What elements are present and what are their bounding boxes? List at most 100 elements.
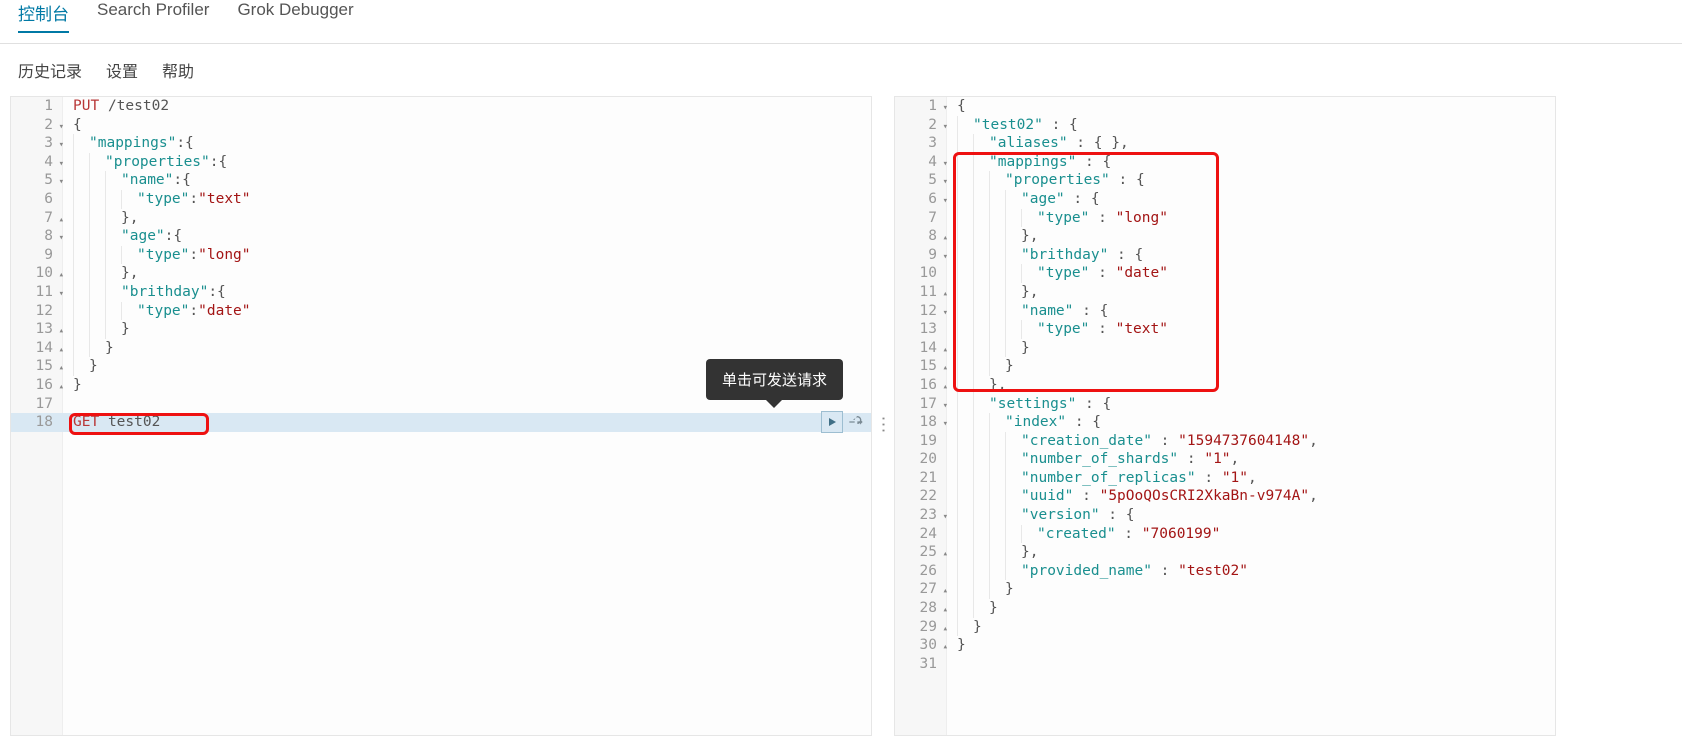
code-line[interactable]: 21"number_of_replicas" : "1", xyxy=(895,469,1555,488)
code-content[interactable]: "version" : { xyxy=(947,506,1135,525)
code-content[interactable]: "settings" : { xyxy=(947,395,1111,414)
response-viewer[interactable]: 1▾{2▾"test02" : {3"aliases" : { },4▾"map… xyxy=(894,96,1556,736)
code-content[interactable]: } xyxy=(63,376,82,395)
code-line[interactable]: 22"uuid" : "5pOoQOsCRI2XkaBn-v974A", xyxy=(895,487,1555,506)
code-line[interactable]: 14▴} xyxy=(11,339,871,358)
subnav-history[interactable]: 历史记录 xyxy=(18,58,82,82)
code-content[interactable]: "creation_date" : "1594737604148", xyxy=(947,432,1318,451)
code-line[interactable]: 15▴} xyxy=(895,357,1555,376)
code-content[interactable]: }, xyxy=(947,376,1006,395)
code-line[interactable]: 10"type" : "date" xyxy=(895,264,1555,283)
code-line[interactable]: 24"created" : "7060199" xyxy=(895,525,1555,544)
send-request-button[interactable] xyxy=(821,411,843,433)
code-content[interactable]: "number_of_replicas" : "1", xyxy=(947,469,1257,488)
code-line[interactable]: 2▾"test02" : { xyxy=(895,116,1555,135)
request-editor[interactable]: 1PUT /test022▾{3▾"mappings":{4▾"properti… xyxy=(10,96,872,736)
code-content[interactable] xyxy=(63,395,73,414)
code-content[interactable]: GET test02 xyxy=(63,413,160,432)
code-line[interactable]: 5▾"properties" : { xyxy=(895,171,1555,190)
code-content[interactable]: "type" : "text" xyxy=(947,320,1168,339)
code-line[interactable]: 6▾"age" : { xyxy=(895,190,1555,209)
request-options-icon[interactable] xyxy=(847,413,865,431)
code-line[interactable]: 12"type":"date" xyxy=(11,302,871,321)
code-line[interactable]: 14▴} xyxy=(895,339,1555,358)
code-content[interactable]: } xyxy=(947,618,982,637)
code-content[interactable]: "test02" : { xyxy=(947,116,1078,135)
code-content[interactable]: "created" : "7060199" xyxy=(947,525,1220,544)
code-line[interactable]: 7▴}, xyxy=(11,209,871,228)
code-line[interactable]: 27▴} xyxy=(895,580,1555,599)
code-content[interactable]: "age":{ xyxy=(63,227,182,246)
code-line[interactable]: 17▾"settings" : { xyxy=(895,395,1555,414)
code-content[interactable]: "mappings" : { xyxy=(947,153,1111,172)
code-content[interactable]: { xyxy=(63,116,82,135)
code-content[interactable]: PUT /test02 xyxy=(63,97,169,116)
code-line[interactable]: 4▾"mappings" : { xyxy=(895,153,1555,172)
code-line[interactable]: 13"type" : "text" xyxy=(895,320,1555,339)
code-line[interactable]: 26"provided_name" : "test02" xyxy=(895,562,1555,581)
code-content[interactable]: "type":"date" xyxy=(63,302,251,321)
code-line[interactable]: 5▾"name":{ xyxy=(11,171,871,190)
code-line[interactable]: 6"type":"text" xyxy=(11,190,871,209)
code-content[interactable]: } xyxy=(947,599,998,618)
code-content[interactable]: "number_of_shards" : "1", xyxy=(947,450,1239,469)
code-line[interactable]: 20"number_of_shards" : "1", xyxy=(895,450,1555,469)
code-line[interactable]: 18▾"index" : { xyxy=(895,413,1555,432)
tab-grok-debugger[interactable]: Grok Debugger xyxy=(237,0,353,33)
code-content[interactable]: "index" : { xyxy=(947,413,1101,432)
code-line[interactable]: 23▾"version" : { xyxy=(895,506,1555,525)
tab-console[interactable]: 控制台 xyxy=(18,0,69,33)
code-content[interactable]: "type":"long" xyxy=(63,246,251,265)
code-line[interactable]: 3▾"mappings":{ xyxy=(11,134,871,153)
code-line[interactable]: 8▴}, xyxy=(895,227,1555,246)
code-line[interactable]: 25▴}, xyxy=(895,543,1555,562)
code-content[interactable]: "age" : { xyxy=(947,190,1100,209)
code-content[interactable]: "aliases" : { }, xyxy=(947,134,1129,153)
code-line[interactable]: 2▾{ xyxy=(11,116,871,135)
code-content[interactable]: }, xyxy=(63,264,138,283)
more-actions-icon[interactable]: ⋯ xyxy=(873,416,894,436)
code-line[interactable]: 3"aliases" : { }, xyxy=(895,134,1555,153)
code-content[interactable]: "name" : { xyxy=(947,302,1108,321)
code-content[interactable]: { xyxy=(947,97,966,116)
code-line[interactable]: 11▾"brithday":{ xyxy=(11,283,871,302)
code-line[interactable]: 8▾"age":{ xyxy=(11,227,871,246)
code-line[interactable]: 9"type":"long" xyxy=(11,246,871,265)
code-content[interactable]: "properties" : { xyxy=(947,171,1145,190)
code-content[interactable]: "type":"text" xyxy=(63,190,251,209)
code-line[interactable]: 19"creation_date" : "1594737604148", xyxy=(895,432,1555,451)
code-line[interactable]: 1PUT /test02 xyxy=(11,97,871,116)
code-content[interactable]: } xyxy=(63,320,130,339)
code-line[interactable]: 13▴} xyxy=(11,320,871,339)
code-line[interactable]: 12▾"name" : { xyxy=(895,302,1555,321)
code-content[interactable]: "mappings":{ xyxy=(63,134,194,153)
code-content[interactable]: "brithday":{ xyxy=(63,283,226,302)
code-content[interactable]: "provided_name" : "test02" xyxy=(947,562,1248,581)
code-line[interactable]: 9▾"brithday" : { xyxy=(895,246,1555,265)
code-line[interactable]: 16▴}, xyxy=(895,376,1555,395)
code-line[interactable]: 30▴} xyxy=(895,636,1555,655)
code-content[interactable]: "type" : "long" xyxy=(947,209,1168,228)
code-line[interactable]: 31 xyxy=(895,655,1555,674)
code-content[interactable]: }, xyxy=(947,227,1038,246)
code-line[interactable]: 11▴}, xyxy=(895,283,1555,302)
subnav-settings[interactable]: 设置 xyxy=(106,58,138,82)
code-line[interactable]: 7"type" : "long" xyxy=(895,209,1555,228)
code-line[interactable]: 1▾{ xyxy=(895,97,1555,116)
code-line[interactable]: 18GET test02 xyxy=(11,413,871,432)
code-line[interactable]: 10▴}, xyxy=(11,264,871,283)
code-content[interactable]: } xyxy=(63,339,114,358)
code-content[interactable]: } xyxy=(947,357,1014,376)
code-content[interactable]: }, xyxy=(63,209,138,228)
tab-search-profiler[interactable]: Search Profiler xyxy=(97,0,209,33)
code-content[interactable]: "uuid" : "5pOoQOsCRI2XkaBn-v974A", xyxy=(947,487,1318,506)
code-content[interactable]: } xyxy=(947,580,1014,599)
code-content[interactable]: "brithday" : { xyxy=(947,246,1143,265)
code-content[interactable]: }, xyxy=(947,283,1038,302)
code-content[interactable]: } xyxy=(947,636,966,655)
subnav-help[interactable]: 帮助 xyxy=(162,58,194,82)
code-line[interactable]: 28▴} xyxy=(895,599,1555,618)
code-content[interactable] xyxy=(947,655,957,674)
code-content[interactable]: "properties":{ xyxy=(63,153,227,172)
code-content[interactable]: "name":{ xyxy=(63,171,191,190)
